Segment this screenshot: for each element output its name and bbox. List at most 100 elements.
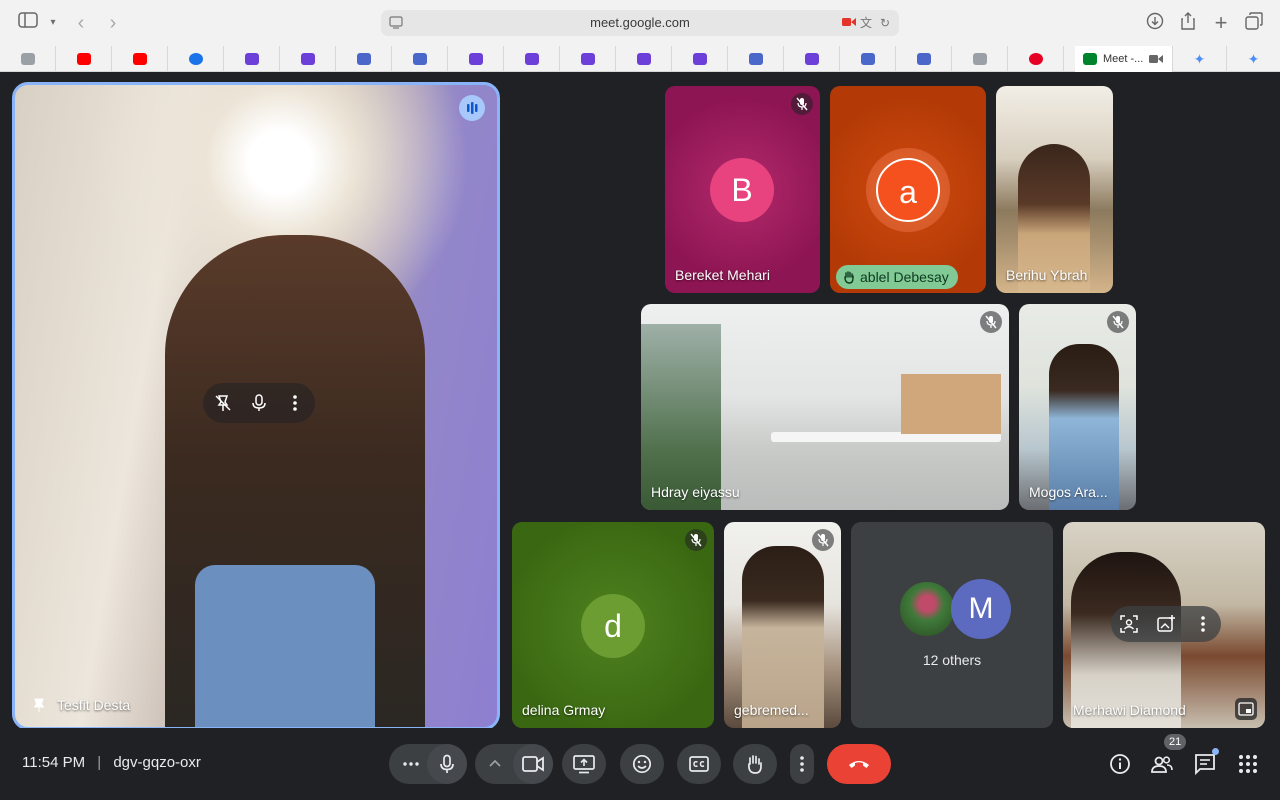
circle-favicon-icon [188,53,203,65]
info-icon [1110,754,1130,774]
youtube-favicon-icon [132,53,147,65]
others-tile[interactable]: M 12 others [851,522,1053,728]
others-avatar-letter: M [951,579,1011,639]
reactions-button[interactable] [620,744,664,784]
url-text: meet.google.com [590,15,690,30]
bookmark-favicon-icon [524,53,539,65]
tab-bookmark-3[interactable] [448,46,504,72]
unpin-icon[interactable] [213,393,233,413]
more-options-icon[interactable] [1193,614,1213,634]
tab-printer-3[interactable] [728,46,784,72]
call-controls-bar: 11:54 PM | dgv-gqzo-oxr 21 [0,728,1280,800]
tab-pinterest[interactable] [1008,46,1064,72]
tab-gemini-2[interactable]: ✦ [1227,46,1280,72]
participant-name: Merhawi Diamond [1073,702,1186,718]
frame-person-icon[interactable] [1119,614,1139,634]
meeting-details-button[interactable] [1108,752,1132,776]
sidebar-toggle-icon[interactable] [17,12,39,34]
tab-google[interactable] [0,46,56,72]
browser-chrome: ▾ ‹ › meet.google.com 文 ↻ + Meet -... ✦ … [0,0,1280,72]
tab-bookmark-2[interactable] [280,46,336,72]
participant-tile-hdray[interactable]: Hdray eiyassu [641,304,1009,510]
activities-button[interactable] [1236,752,1260,776]
raise-hand-button[interactable] [733,744,777,784]
pip-icon[interactable] [1235,698,1257,720]
more-options-icon[interactable] [285,393,305,413]
tab-overview-icon[interactable] [1243,12,1265,34]
others-count-label: 12 others [922,652,982,668]
tab-meet-active[interactable]: Meet -... [1075,46,1173,72]
bookmark-favicon-icon [244,53,259,65]
tab-printer-2[interactable] [392,46,448,72]
reload-icon[interactable]: ↻ [880,15,890,31]
tab-k-site[interactable] [952,46,1008,72]
share-icon[interactable] [1177,12,1199,34]
new-tab-icon[interactable]: + [1210,12,1232,34]
muted-mic-icon [980,311,1002,333]
meeting-info-separator: | [97,754,102,771]
sparkle-icon: ✦ [1247,50,1260,67]
camera-icon [522,756,544,772]
pinned-participant-tile[interactable]: Tesfit Desta [12,82,500,730]
tab-youtube-1[interactable] [56,46,112,72]
chevron-down-icon[interactable]: ▾ [42,12,64,34]
camera-button[interactable] [513,744,553,784]
address-bar[interactable]: meet.google.com 文 ↻ [381,10,899,36]
participant-tile-ablel[interactable]: a ablel Debesay [830,86,986,293]
downloads-icon[interactable] [1144,12,1166,34]
tab-bookmark-7[interactable] [672,46,728,72]
tab-bookmark-5[interactable] [560,46,616,72]
tab-circle-site[interactable] [168,46,224,72]
translate-icon[interactable]: 文 [860,15,872,31]
video-frame-shirt [195,565,375,727]
tab-printer-4[interactable] [840,46,896,72]
pin-icon [33,698,45,712]
participant-tile-delina[interactable]: d delina Grmay [512,522,714,728]
tab-gemini-1[interactable]: ✦ [1173,46,1227,72]
tab-bookmark-8[interactable] [784,46,840,72]
microphone-icon [440,754,454,773]
microphone-icon[interactable] [249,393,269,413]
participant-name: ablel Debesay [860,269,949,285]
muted-mic-icon [685,529,707,551]
avatar: B [710,158,774,222]
tile-hover-controls [203,383,315,423]
tab-bookmark-1[interactable] [224,46,280,72]
bookmark-favicon-icon [300,53,315,65]
add-photo-icon[interactable] [1156,614,1176,634]
tab-bookmark-4[interactable] [504,46,560,72]
more-options-button[interactable] [790,744,814,784]
microphone-button[interactable] [427,744,467,784]
muted-mic-icon [812,529,834,551]
video-options-chevron-icon[interactable] [487,756,503,772]
video-frame-wall [901,374,1001,434]
participant-tile-gebremed[interactable]: gebremed... [724,522,841,728]
audio-options-icon[interactable] [401,754,421,774]
people-button[interactable] [1150,752,1174,776]
captions-button[interactable] [677,744,721,784]
sparkle-icon: ✦ [1193,50,1206,67]
bookmark-favicon-icon [636,53,651,65]
hang-up-icon [849,761,869,768]
more-options-icon [800,756,804,772]
tab-youtube-2[interactable] [112,46,168,72]
chat-icon [1195,754,1215,776]
participant-tile-merhawi[interactable]: Merhawi Diamond [1063,522,1265,728]
tab-printer-5[interactable] [896,46,952,72]
participant-tile-bereket[interactable]: B Bereket Mehari [665,86,820,293]
present-screen-button[interactable] [562,744,606,784]
camera-in-use-icon[interactable] [842,15,856,31]
k-favicon-icon [972,53,987,65]
tab-printer-1[interactable] [336,46,392,72]
back-icon[interactable]: ‹ [70,12,92,34]
participant-name: delina Grmay [522,702,606,718]
participant-tile-berihu[interactable]: Berihu Ybrah [996,86,1113,293]
printer-favicon-icon [356,53,371,65]
tab-bookmark-6[interactable] [616,46,672,72]
participant-tile-mogos[interactable]: Mogos Ara... [1019,304,1136,510]
forward-icon[interactable]: › [102,12,124,34]
pinned-participant-label: Tesfit Desta [31,697,130,713]
chat-button[interactable] [1193,748,1219,776]
leave-call-button[interactable] [827,744,891,784]
bookmark-favicon-icon [804,53,819,65]
